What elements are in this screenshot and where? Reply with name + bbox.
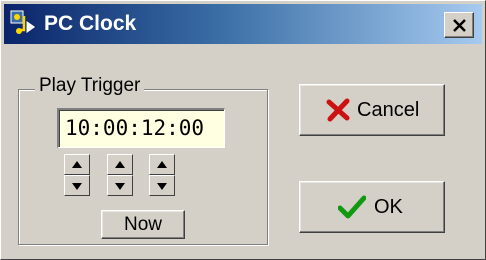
hours-decrement-button[interactable] (64, 175, 90, 196)
play-trigger-time-field[interactable]: 10:00:12:00 (57, 108, 225, 148)
green-check-icon (337, 195, 367, 225)
minutes-increment-button[interactable] (107, 154, 133, 175)
window-title: PC Clock (44, 12, 137, 35)
pc-clock-dialog: PC Clock Play Trigger 10:00:12:00 Now Ca… (0, 0, 486, 260)
arrow-up-icon (72, 161, 82, 168)
close-icon (453, 19, 466, 32)
seconds-increment-button[interactable] (149, 154, 175, 175)
minutes-decrement-button[interactable] (107, 175, 133, 196)
arrow-down-icon (157, 183, 167, 190)
ok-button[interactable]: OK (299, 181, 445, 233)
title-bar[interactable]: PC Clock (4, 4, 482, 44)
seconds-spinner[interactable] (149, 154, 175, 196)
cancel-label: Cancel (357, 99, 420, 121)
now-button[interactable]: Now (101, 210, 185, 239)
cancel-button[interactable]: Cancel (299, 84, 445, 136)
arrow-up-icon (115, 161, 125, 168)
close-button[interactable] (444, 12, 474, 38)
hours-spinner[interactable] (64, 154, 90, 196)
arrow-down-icon (115, 183, 125, 190)
seconds-decrement-button[interactable] (149, 175, 175, 196)
pc-clock-app-icon (10, 10, 38, 38)
arrow-down-icon (72, 183, 82, 190)
hours-increment-button[interactable] (64, 154, 90, 175)
red-x-icon (326, 98, 350, 128)
ok-label: OK (374, 196, 403, 218)
play-trigger-label: Play Trigger (35, 73, 145, 99)
arrow-up-icon (157, 161, 167, 168)
minutes-spinner[interactable] (107, 154, 133, 196)
